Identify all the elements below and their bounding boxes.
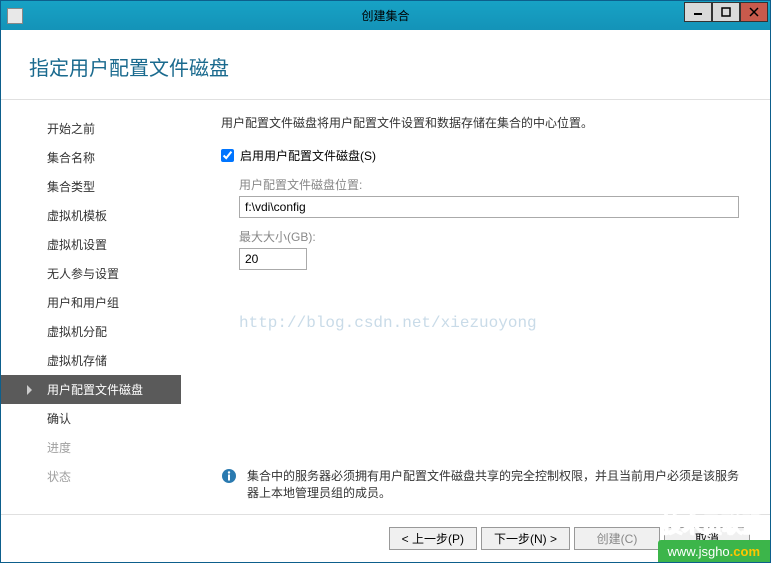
sidebar-item-progress: 进度 bbox=[1, 433, 181, 462]
page-title: 指定用户配置文件磁盘 bbox=[29, 52, 770, 81]
create-button: 创建(C) bbox=[574, 527, 660, 550]
maxsize-input[interactable] bbox=[239, 248, 307, 270]
sidebar-item-vm-template[interactable]: 虚拟机模板 bbox=[1, 201, 181, 230]
enable-profile-disk-label[interactable]: 启用用户配置文件磁盘(S) bbox=[240, 147, 376, 164]
sidebar-item-users-groups[interactable]: 用户和用户组 bbox=[1, 288, 181, 317]
sidebar-item-user-profile-disk[interactable]: 用户配置文件磁盘 bbox=[1, 375, 181, 404]
watermark-text: http://blog.csdn.net/xiezuoyong bbox=[239, 314, 742, 332]
info-text: 集合中的服务器必须拥有用户配置文件磁盘共享的完全控制权限，并且当前用户必须是该服… bbox=[247, 468, 742, 502]
info-box: 集合中的服务器必须拥有用户配置文件磁盘共享的完全控制权限，并且当前用户必须是该服… bbox=[221, 468, 742, 502]
sidebar-item-unattended[interactable]: 无人参与设置 bbox=[1, 259, 181, 288]
location-field-group: 用户配置文件磁盘位置: bbox=[239, 176, 742, 218]
main-panel: 用户配置文件磁盘将用户配置文件设置和数据存储在集合的中心位置。 启用用户配置文件… bbox=[181, 114, 770, 514]
sidebar-item-collection-type[interactable]: 集合类型 bbox=[1, 172, 181, 201]
cancel-button[interactable]: 取消 bbox=[664, 527, 750, 550]
intro-text: 用户配置文件磁盘将用户配置文件设置和数据存储在集合的中心位置。 bbox=[221, 114, 742, 131]
page-header: 指定用户配置文件磁盘 bbox=[1, 30, 770, 100]
app-icon bbox=[7, 8, 23, 24]
next-button[interactable]: 下一步(N) > bbox=[481, 527, 570, 550]
minimize-button[interactable] bbox=[684, 2, 712, 22]
sidebar-item-status: 状态 bbox=[1, 462, 181, 491]
maxsize-label: 最大大小(GB): bbox=[239, 228, 742, 245]
content: 指定用户配置文件磁盘 开始之前 集合名称 集合类型 虚拟机模板 虚拟机设置 无人… bbox=[1, 30, 770, 562]
window: 创建集合 指定用户配置文件磁盘 开始之前 集合名称 集合类型 虚拟机模板 虚拟机… bbox=[0, 0, 771, 563]
sidebar-item-confirm[interactable]: 确认 bbox=[1, 404, 181, 433]
maximize-button[interactable] bbox=[712, 2, 740, 22]
maxsize-field-group: 最大大小(GB): bbox=[239, 228, 742, 270]
sidebar-item-vm-assignment[interactable]: 虚拟机分配 bbox=[1, 317, 181, 346]
info-icon bbox=[221, 468, 237, 484]
enable-checkbox-row: 启用用户配置文件磁盘(S) bbox=[221, 147, 742, 164]
body-area: 开始之前 集合名称 集合类型 虚拟机模板 虚拟机设置 无人参与设置 用户和用户组… bbox=[1, 100, 770, 514]
sidebar: 开始之前 集合名称 集合类型 虚拟机模板 虚拟机设置 无人参与设置 用户和用户组… bbox=[1, 114, 181, 514]
footer: < 上一步(P) 下一步(N) > 创建(C) 取消 技术员联盟 www.jsg… bbox=[1, 514, 770, 562]
sidebar-item-before-begin[interactable]: 开始之前 bbox=[1, 114, 181, 143]
enable-profile-disk-checkbox[interactable] bbox=[221, 149, 234, 162]
window-title: 创建集合 bbox=[361, 7, 409, 24]
location-input[interactable] bbox=[239, 196, 739, 218]
sidebar-item-vm-settings[interactable]: 虚拟机设置 bbox=[1, 230, 181, 259]
sidebar-item-collection-name[interactable]: 集合名称 bbox=[1, 143, 181, 172]
previous-button[interactable]: < 上一步(P) bbox=[389, 527, 477, 550]
titlebar[interactable]: 创建集合 bbox=[1, 1, 770, 30]
sidebar-item-vm-storage[interactable]: 虚拟机存储 bbox=[1, 346, 181, 375]
window-controls bbox=[684, 2, 768, 22]
location-label: 用户配置文件磁盘位置: bbox=[239, 176, 742, 193]
close-button[interactable] bbox=[740, 2, 768, 22]
